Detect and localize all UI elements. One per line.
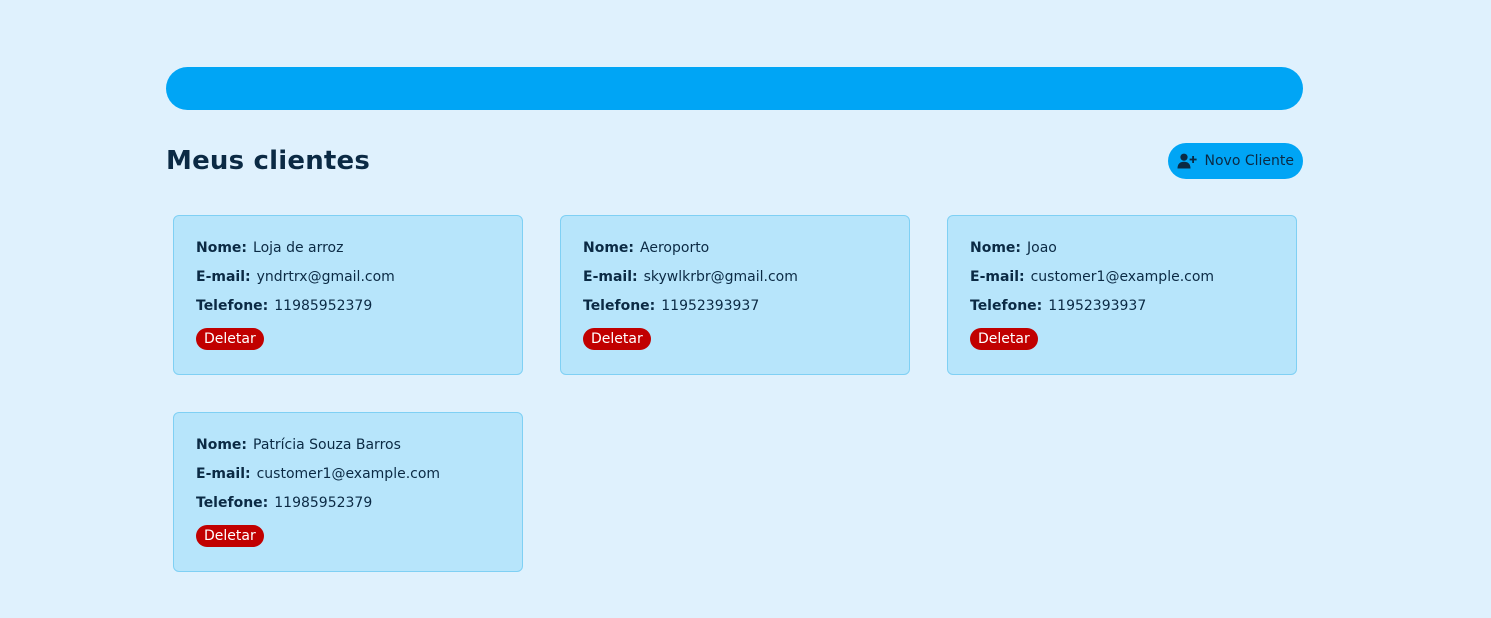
client-phone: 11952393937 [1048, 298, 1147, 314]
new-client-button-label: Novo Cliente [1204, 153, 1294, 169]
name-label: Nome: [583, 240, 635, 256]
client-phone-field: Telefone: 11952393937 [583, 296, 909, 325]
client-name-field: Nome: Joao [970, 238, 1296, 267]
client-phone-field: Telefone: 11985952379 [196, 296, 522, 325]
client-name-field: Nome: Aeroporto [583, 238, 909, 267]
client-card: Nome: Joao E-mail: customer1@example.com T… [947, 215, 1297, 375]
name-label: Nome: [196, 437, 248, 453]
email-label: E-mail: [970, 269, 1025, 285]
email-label: E-mail: [196, 466, 251, 482]
phone-label: Telefone: [970, 298, 1043, 314]
page-header: Meus clientes Novo Cliente [166, 143, 1303, 179]
delete-client-button[interactable]: Deletar [970, 328, 1038, 350]
name-label: Nome: [196, 240, 248, 256]
client-name: Patrícia Souza Barros [253, 437, 401, 453]
client-name: Loja de arroz [253, 240, 344, 256]
phone-label: Telefone: [196, 495, 269, 511]
client-email-field: E-mail: customer1@example.com [970, 267, 1296, 296]
delete-client-button[interactable]: Deletar [196, 525, 264, 547]
client-email-field: E-mail: yndrtrx@gmail.com [196, 267, 522, 296]
delete-client-button[interactable]: Deletar [196, 328, 264, 350]
phone-label: Telefone: [583, 298, 656, 314]
client-name-field: Nome: Patrícia Souza Barros [196, 435, 522, 464]
email-label: E-mail: [196, 269, 251, 285]
client-email: yndrtrx@gmail.com [256, 269, 395, 285]
client-email: skywlkrbr@gmail.com [643, 269, 798, 285]
email-label: E-mail: [583, 269, 638, 285]
client-card: Nome: Aeroporto E-mail: skywlkrbr@gmail.co… [560, 215, 910, 375]
main-container: Meus clientes Novo Cliente Nome: Loja de … [166, 67, 1303, 572]
client-name: Aeroporto [640, 240, 710, 256]
client-email: customer1@example.com [256, 466, 441, 482]
client-email-field: E-mail: skywlkrbr@gmail.com [583, 267, 909, 296]
name-label: Nome: [970, 240, 1022, 256]
page-title: Meus clientes [166, 146, 371, 176]
client-phone-field: Telefone: 11952393937 [970, 296, 1296, 325]
client-card: Nome: Patrícia Souza Barros E-mail: custom… [173, 412, 523, 572]
client-name-field: Nome: Loja de arroz [196, 238, 522, 267]
client-email-field: E-mail: customer1@example.com [196, 464, 522, 493]
client-phone: 11985952379 [274, 298, 373, 314]
delete-client-button[interactable]: Deletar [583, 328, 651, 350]
client-phone: 11952393937 [661, 298, 760, 314]
client-phone-field: Telefone: 11985952379 [196, 493, 522, 522]
client-phone: 11985952379 [274, 495, 373, 511]
clients-grid: Nome: Loja de arroz E-mail: yndrtrx@gmail.… [173, 215, 1303, 572]
new-client-button[interactable]: Novo Cliente [1167, 143, 1303, 179]
phone-label: Telefone: [196, 298, 269, 314]
client-card: Nome: Loja de arroz E-mail: yndrtrx@gmail.… [173, 215, 523, 375]
user-plus-icon [1177, 153, 1197, 169]
client-name: Joao [1027, 240, 1057, 256]
top-bar [166, 67, 1303, 110]
client-email: customer1@example.com [1030, 269, 1215, 285]
